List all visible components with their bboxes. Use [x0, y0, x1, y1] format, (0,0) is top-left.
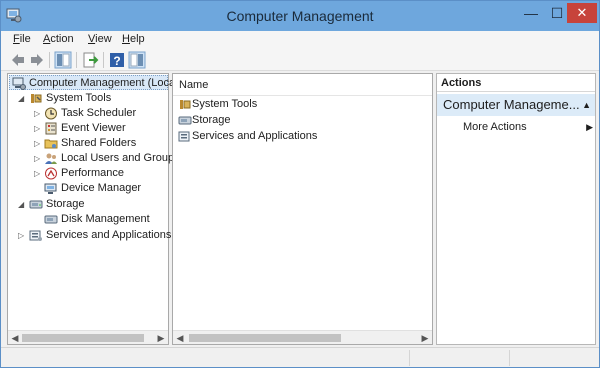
expanded-arrow-icon[interactable]: ◢ — [18, 91, 27, 106]
device-manager-icon — [44, 183, 57, 194]
list-item-label: System Tools — [192, 98, 258, 110]
tree-item-computer-management[interactable]: Computer Management (Local — [9, 75, 178, 90]
status-bar — [1, 347, 599, 367]
more-actions-item[interactable]: More Actions ▶ — [463, 120, 593, 134]
title-bar[interactable]: Computer Management — ☐ ✕ — [1, 1, 599, 31]
tree-item-disk-management[interactable]: Disk Management — [8, 212, 168, 227]
list-item-label: Services and Applications — [192, 130, 318, 142]
tree-label: Task Scheduler — [61, 107, 137, 119]
scroll-right-arrow-icon[interactable]: ▶ — [154, 331, 168, 345]
menu-view[interactable]: View — [88, 33, 112, 45]
services-applications-icon — [29, 230, 42, 241]
collapsed-arrow-icon[interactable]: ▷ — [18, 228, 27, 243]
event-viewer-icon — [45, 122, 57, 135]
computer-management-icon — [12, 77, 26, 90]
maximize-button[interactable]: ☐ — [547, 4, 567, 22]
scroll-left-arrow-icon[interactable]: ◀ — [8, 331, 22, 345]
computer-management-window: Computer Management — ☐ ✕ File Action Vi… — [0, 0, 600, 368]
tree-item-event-viewer[interactable]: ▷ Event Viewer — [8, 121, 168, 136]
tree-item-shared-folders[interactable]: ▷ Shared Folders — [8, 136, 168, 151]
expanded-arrow-icon[interactable]: ◢ — [18, 197, 27, 212]
collapsed-arrow-icon[interactable]: ▷ — [34, 151, 43, 166]
collapse-up-icon[interactable]: ▲ — [582, 94, 591, 116]
tree-item-local-users-and-groups[interactable]: ▷ Local Users and Groups — [8, 151, 180, 166]
svg-text:?: ? — [113, 54, 120, 68]
help-icon[interactable]: ? — [108, 51, 126, 69]
window-title: Computer Management — [226, 8, 374, 24]
tree-item-performance[interactable]: ▷ Performance — [8, 166, 168, 181]
status-cell — [409, 350, 509, 366]
actions-header: Actions — [437, 74, 595, 92]
tree-item-system-tools[interactable]: ◢ System Tools — [8, 91, 168, 106]
results-pane[interactable]: Name System Tools Storage Services and A… — [172, 73, 433, 345]
close-button[interactable]: ✕ — [567, 3, 597, 23]
collapsed-arrow-icon[interactable]: ▷ — [34, 166, 43, 181]
tree-label: System Tools — [46, 92, 112, 104]
export-list-icon[interactable] — [81, 51, 99, 69]
local-users-icon — [45, 153, 57, 164]
status-cell — [509, 350, 599, 366]
results-horizontal-scrollbar[interactable]: ◀ ▶ — [173, 330, 432, 344]
column-header-label: Name — [179, 79, 209, 91]
actions-section-computer-management[interactable]: Computer Manageme... ▲ — [437, 94, 595, 116]
submenu-arrow-icon: ▶ — [586, 122, 593, 132]
toolbar-separator — [103, 52, 104, 68]
collapsed-arrow-icon[interactable]: ▷ — [34, 106, 43, 121]
forward-arrow-icon[interactable] — [28, 51, 46, 69]
show-hide-action-pane-icon[interactable] — [128, 51, 146, 69]
shared-folders-icon — [44, 139, 58, 149]
tree-label: Device Manager — [61, 182, 142, 194]
scroll-left-arrow-icon[interactable]: ◀ — [173, 331, 187, 345]
storage-icon — [29, 200, 43, 209]
action-label: More Actions — [463, 121, 527, 133]
actions-pane: Actions Computer Manageme... ▲ More Acti… — [436, 73, 596, 345]
task-scheduler-icon — [45, 107, 57, 120]
show-hide-tree-icon[interactable] — [54, 51, 72, 69]
menu-file[interactable]: File — [13, 33, 31, 45]
tree-label: Services and Applications — [46, 229, 172, 241]
list-item[interactable]: Storage — [178, 113, 418, 128]
tree-item-services-and-applications[interactable]: ▷ Services and Applications — [8, 228, 172, 243]
tree-item-device-manager[interactable]: Device Manager — [8, 181, 168, 196]
performance-icon — [45, 167, 57, 180]
toolbar-separator — [76, 52, 77, 68]
toolbar-separator — [49, 52, 50, 68]
menu-help[interactable]: Help — [122, 33, 145, 45]
disk-management-icon — [44, 215, 58, 224]
menu-action[interactable]: Action — [43, 33, 74, 45]
list-item[interactable]: System Tools — [178, 97, 418, 112]
tree-label: Local Users and Groups — [61, 152, 180, 164]
list-item[interactable]: Services and Applications — [178, 129, 418, 144]
minimize-button[interactable]: — — [521, 4, 541, 22]
tree-label: Performance — [61, 167, 124, 179]
console-tree-pane[interactable]: Computer Management (Local ◢ System Tool… — [7, 73, 180, 345]
tree-label: Shared Folders — [61, 137, 137, 149]
collapsed-arrow-icon[interactable]: ▷ — [34, 136, 43, 151]
tree-item-storage[interactable]: ◢ Storage — [8, 197, 168, 212]
actions-section-label: Computer Manageme... — [443, 97, 580, 112]
services-applications-icon — [178, 131, 190, 142]
tree-label: Event Viewer — [61, 122, 126, 134]
tree-label: Computer Management (Local — [29, 77, 178, 89]
storage-icon — [178, 116, 192, 125]
list-item-label: Storage — [192, 114, 231, 126]
system-tools-icon — [31, 94, 42, 103]
tree-item-task-scheduler[interactable]: ▷ Task Scheduler — [8, 106, 168, 121]
system-tools-icon — [180, 100, 191, 109]
back-arrow-icon[interactable] — [9, 51, 27, 69]
scrollbar-thumb[interactable] — [22, 334, 144, 342]
collapsed-arrow-icon[interactable]: ▷ — [34, 121, 43, 136]
toolbar: ? — [1, 49, 599, 71]
menu-bar: File Action View Help — [1, 31, 599, 49]
tree-horizontal-scrollbar[interactable]: ◀ ▶ — [8, 330, 168, 344]
scroll-right-arrow-icon[interactable]: ▶ — [418, 331, 432, 345]
scrollbar-thumb[interactable] — [189, 334, 341, 342]
tree-label: Disk Management — [61, 213, 150, 225]
tree-label: Storage — [46, 198, 85, 210]
column-header-name[interactable]: Name — [173, 74, 432, 96]
